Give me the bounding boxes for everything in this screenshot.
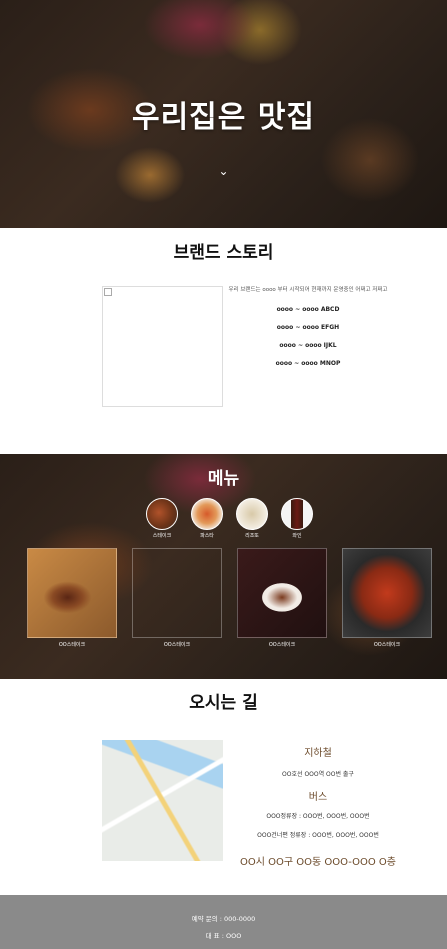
subway-title: 지하철 xyxy=(304,748,332,759)
subway-info: OO호선 OOO역 OO번 출구 xyxy=(282,771,354,778)
menu-item-card[interactable]: OO스테이크 xyxy=(132,548,222,648)
scroll-down-icon[interactable]: ⌄ xyxy=(0,164,447,178)
pasta-thumbnail xyxy=(191,498,223,530)
menu-category-label: 와인 xyxy=(292,533,302,539)
menu-category-wine[interactable]: 와인 xyxy=(281,498,313,539)
bus-title: 버스 xyxy=(308,792,328,803)
footer: 예약 문의 : 000-0000 대 표 : OOO xyxy=(0,895,447,949)
timeline-item: oooo ~ oooo IJKL xyxy=(279,342,337,349)
brand-text: 우리 브랜드는 oooo 부터 시작되어 현재까지 운영중인 어쩌고 저쩌고 o… xyxy=(228,286,388,378)
representative: 대 표 : OOO xyxy=(205,932,242,940)
map-image[interactable] xyxy=(102,740,223,861)
wine-thumbnail xyxy=(281,498,313,530)
menu-item-image xyxy=(27,548,117,638)
menu-category-pasta[interactable]: 파스타 xyxy=(191,498,223,539)
menu-section: 메뉴 스테이크 파스타 리조또 와인 OO스테이크 OO스테이크 OO스테이크 … xyxy=(0,454,447,679)
menu-item-image xyxy=(132,548,222,638)
menu-item-card[interactable]: OO스테이크 xyxy=(342,548,432,648)
hero-title: 우리집은 맛집 xyxy=(131,100,316,135)
bus-line: OOO정류장 : OOO번, OOO번, OOO번 xyxy=(266,813,370,820)
broken-image-icon xyxy=(104,288,112,296)
address: OO시 OO구 OO동 OOO-OOO O층 xyxy=(239,857,396,868)
brand-section: 브랜드 스토리 우리 브랜드는 oooo 부터 시작되어 현재까지 운영중인 어… xyxy=(0,228,447,454)
bus-line: OOO건너편 정류장 : OOO번, OOO번, OOO번 xyxy=(257,832,379,839)
location-info: 지하철 OO호선 OOO역 OO번 출구 버스 OOO정류장 : OOO번, O… xyxy=(232,744,404,878)
menu-category-label: 리조또 xyxy=(245,533,259,539)
menu-item-list: OO스테이크 OO스테이크 OO스테이크 OO스테이크 xyxy=(27,548,432,648)
menu-item-card[interactable]: OO스테이크 xyxy=(27,548,117,648)
menu-item-card[interactable]: OO스테이크 xyxy=(237,548,327,648)
menu-category-list: 스테이크 파스타 리조또 와인 xyxy=(146,498,313,539)
menu-item-label: OO스테이크 xyxy=(268,642,296,648)
brand-description: 우리 브랜드는 oooo 부터 시작되어 현재까지 운영중인 어쩌고 저쩌고 xyxy=(228,287,388,293)
menu-item-label: OO스테이크 xyxy=(163,642,191,648)
menu-item-label: OO스테이크 xyxy=(58,642,86,648)
menu-category-steak[interactable]: 스테이크 xyxy=(146,498,178,539)
menu-item-image xyxy=(237,548,327,638)
brand-title: 브랜드 스토리 xyxy=(173,243,274,263)
timeline-item: oooo ~ oooo MNOP xyxy=(275,360,341,367)
menu-title: 메뉴 xyxy=(207,469,240,489)
timeline-item: oooo ~ oooo ABCD xyxy=(276,306,340,313)
menu-category-label: 파스타 xyxy=(200,533,214,539)
timeline-item: oooo ~ oooo EFGH xyxy=(276,324,340,331)
steak-thumbnail xyxy=(146,498,178,530)
reservation-contact: 예약 문의 : 000-0000 xyxy=(191,915,256,923)
menu-category-risotto[interactable]: 리조또 xyxy=(236,498,268,539)
menu-category-label: 스테이크 xyxy=(152,533,172,539)
menu-item-image xyxy=(342,548,432,638)
menu-item-label: OO스테이크 xyxy=(373,642,401,648)
risotto-thumbnail xyxy=(236,498,268,530)
location-title: 오시는 길 xyxy=(189,693,258,713)
brand-image xyxy=(102,286,223,407)
hero-banner: 우리집은 맛집 ⌄ xyxy=(0,0,447,228)
location-section: 오시는 길 지하철 OO호선 OOO역 OO번 출구 버스 OOO정류장 : O… xyxy=(0,679,447,899)
